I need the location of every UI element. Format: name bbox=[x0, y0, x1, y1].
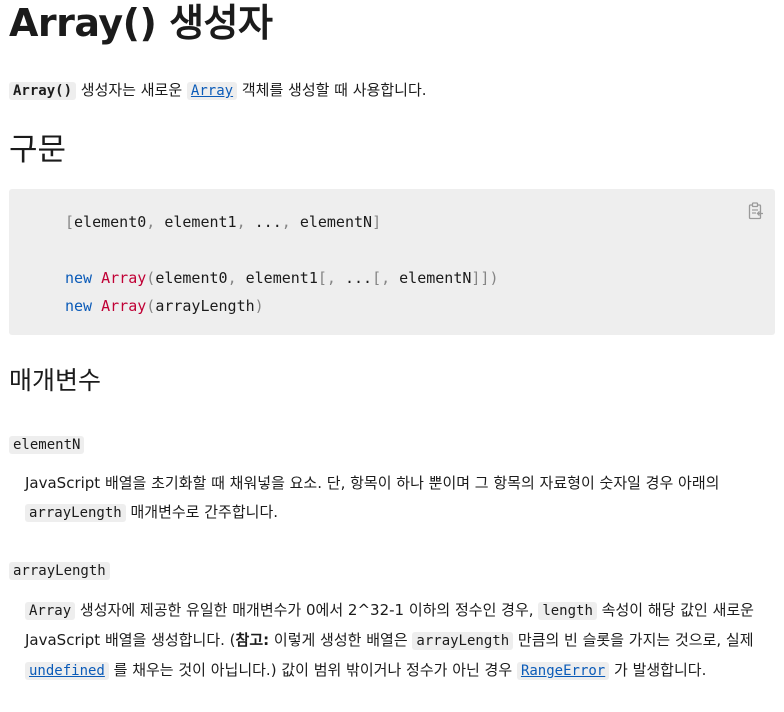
intro-text-end: 객체를 생성할 때 사용합니다. bbox=[237, 81, 427, 99]
undefined-link[interactable]: undefined bbox=[29, 663, 105, 679]
inline-code-length: length bbox=[538, 602, 597, 620]
syntax-code-block: [element0, element1, ..., elementN] new … bbox=[9, 189, 775, 335]
parameters-heading: 매개변수 bbox=[9, 366, 102, 395]
note-label: 참고: bbox=[235, 631, 270, 649]
inline-code-array-constructor: Array() bbox=[9, 82, 77, 100]
page-title: Array() 생성자 bbox=[9, 1, 273, 45]
code-line-3: new Array(arrayLength) bbox=[65, 297, 264, 315]
param-term-arrayLength: arrayLength bbox=[9, 559, 775, 582]
code-line-1: [element0, element1, ..., elementN] bbox=[65, 213, 382, 231]
inline-code-arrayLength-2: arrayLength bbox=[412, 632, 514, 650]
param-desc-elementN: JavaScript 배열을 초기화할 때 채워넣을 요소. 단, 항목이 하나… bbox=[25, 474, 720, 522]
syntax-heading: 구문 bbox=[9, 132, 67, 168]
rangeerror-link[interactable]: RangeError bbox=[521, 663, 605, 679]
param-desc-arrayLength: Array 생성자에 제공한 유일한 매개변수가 0에서 2^32-1 이하의 … bbox=[25, 601, 754, 680]
intro-text: 생성자는 새로운 bbox=[76, 81, 187, 99]
copy-to-clipboard-icon[interactable] bbox=[748, 201, 764, 220]
param-term-elementN: elementN bbox=[9, 433, 775, 456]
code-line-2: new Array(element0, element1[, ...[, ele… bbox=[65, 269, 499, 287]
array-link[interactable]: Array bbox=[191, 83, 233, 99]
inline-code-Array: Array bbox=[25, 602, 76, 620]
parameters-list: elementN JavaScript 배열을 초기화할 때 채워넣을 요소. … bbox=[9, 433, 775, 686]
article: Array() 생성자 Array() 생성자는 새로운 Array 객체를 생… bbox=[0, 0, 784, 686]
inline-code-arrayLength: arrayLength bbox=[25, 504, 126, 522]
intro-paragraph: Array() 생성자는 새로운 Array 객체를 생성할 때 사용합니다. bbox=[9, 80, 775, 101]
